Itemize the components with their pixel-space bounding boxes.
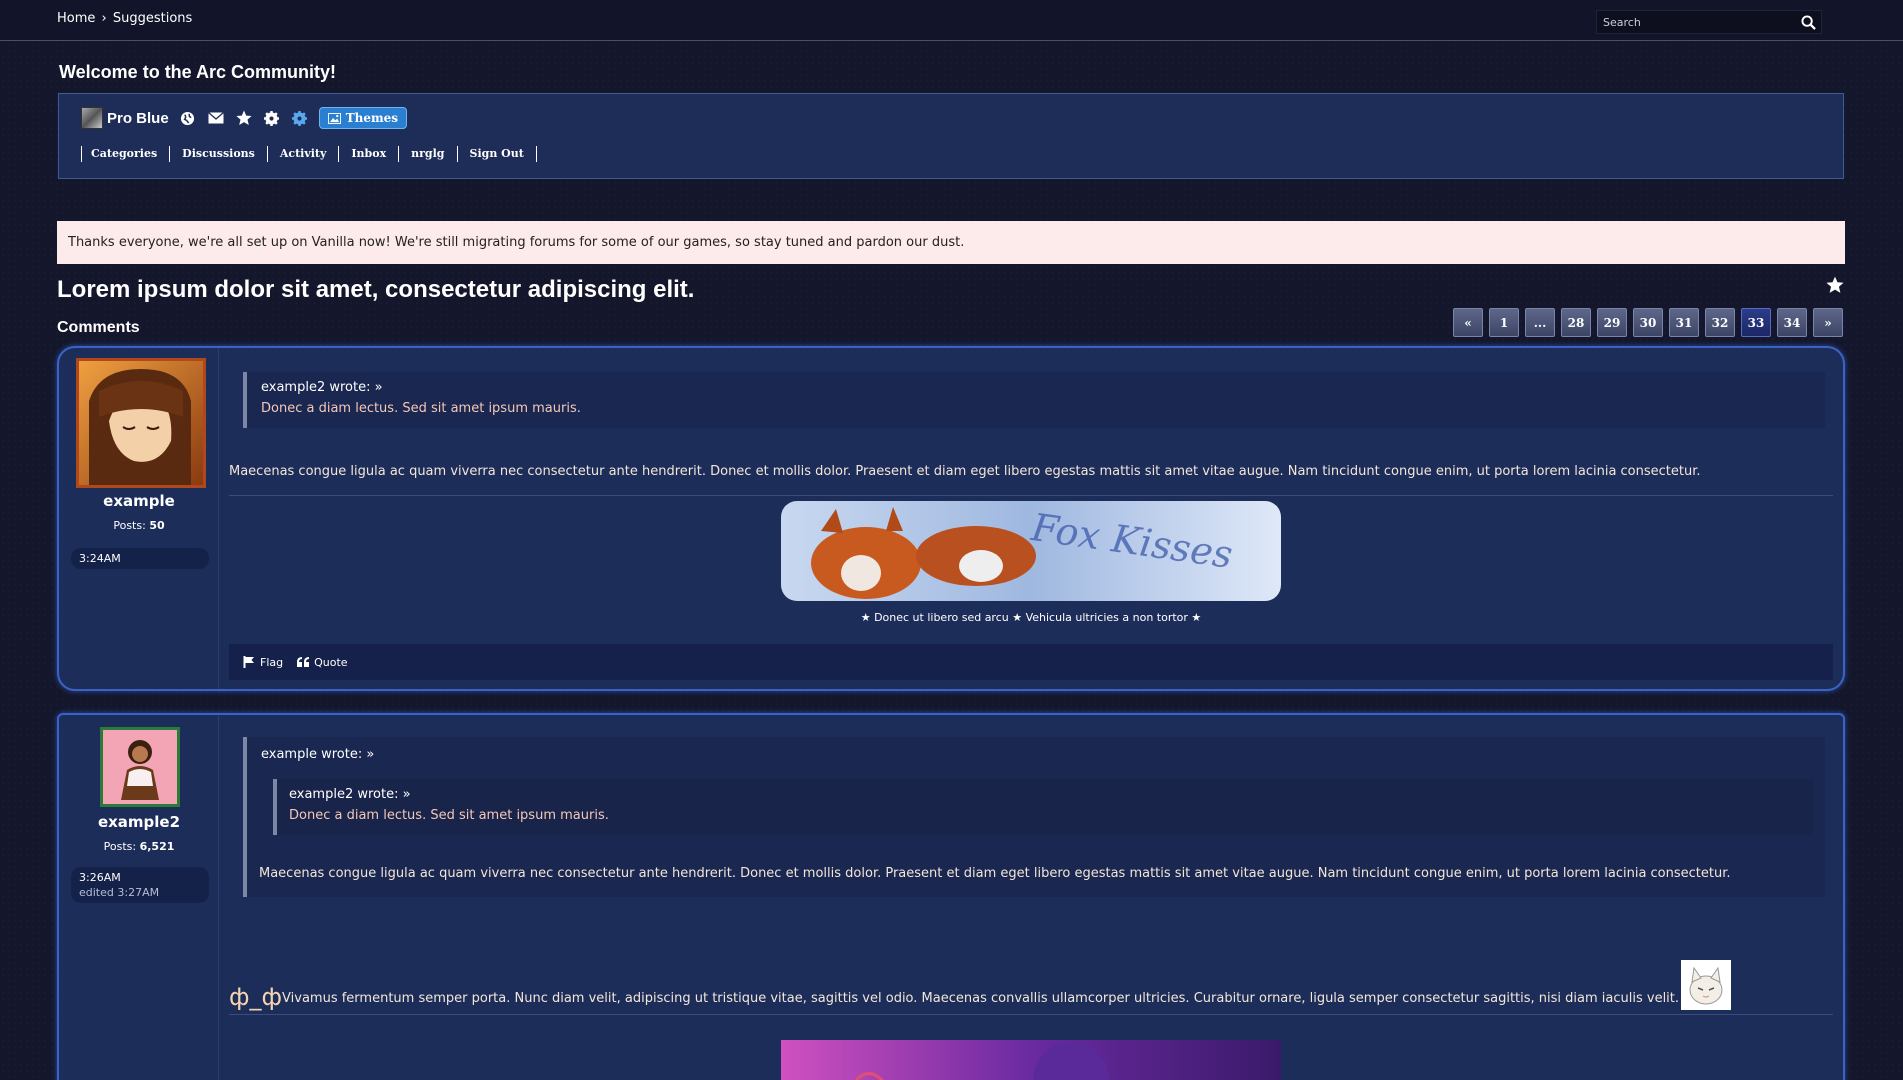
comment-body: example2 wrote: » Donec a diam lectus. S… xyxy=(229,348,1833,689)
pager-page[interactable]: 34 xyxy=(1777,308,1807,337)
comment: example Posts: 50 3:24AM example2 wrote:… xyxy=(57,346,1845,691)
author-name[interactable]: example xyxy=(59,492,219,510)
pager-page[interactable]: 30 xyxy=(1633,308,1663,337)
author-post-count: Posts: 6,521 xyxy=(59,840,219,853)
pager-next[interactable]: » xyxy=(1813,308,1843,337)
emoticon-text: ф_ф xyxy=(229,983,283,1011)
comment-author-panel: example2 Posts: 6,521 3:26AM edited 3:27… xyxy=(59,715,219,1080)
blockquote: example2 wrote: » Donec a diam lectus. S… xyxy=(243,372,1825,428)
edited-timestamp: edited 3:27AM xyxy=(79,886,160,899)
comment-body: example wrote: » example2 wrote: » Donec… xyxy=(229,715,1833,1080)
nav-profile[interactable]: nrglg xyxy=(398,146,456,162)
pager-page[interactable]: 28 xyxy=(1561,308,1591,337)
comments-heading: Comments xyxy=(57,319,140,336)
nav-activity[interactable]: Activity xyxy=(266,146,339,162)
search-input[interactable] xyxy=(1597,11,1787,33)
author-name[interactable]: example2 xyxy=(59,813,219,831)
comment-actions: Flag Quote xyxy=(229,644,1833,680)
nav-sign-out[interactable]: Sign Out xyxy=(456,146,536,162)
flag-label: Flag xyxy=(260,655,284,669)
nav-divider xyxy=(535,146,537,162)
flag-button[interactable]: Flag xyxy=(243,656,283,669)
nav-categories[interactable]: Categories xyxy=(81,146,169,162)
comment-message: Vivamus fermentum semper porta. Nunc dia… xyxy=(282,991,1680,1006)
themes-button[interactable]: Themes xyxy=(318,107,408,129)
username-link[interactable]: Pro Blue xyxy=(107,110,169,127)
quote-author[interactable]: example2 wrote: » xyxy=(261,380,1811,395)
pager-page[interactable]: 1 xyxy=(1489,308,1519,337)
avatar-image xyxy=(79,361,203,485)
top-bar: Home › Suggestions xyxy=(0,0,1903,41)
image-icon xyxy=(327,112,341,124)
search-button[interactable] xyxy=(1797,12,1819,32)
user-toolbar: Pro Blue Themes xyxy=(81,106,408,130)
discussion-title: Lorem ipsum dolor sit amet, consectetur … xyxy=(57,276,695,303)
globe-icon[interactable] xyxy=(179,109,197,127)
pager-page[interactable]: 31 xyxy=(1669,308,1699,337)
signature-image xyxy=(781,1040,1281,1080)
nav-inbox[interactable]: Inbox xyxy=(338,146,398,162)
comment-timestamp[interactable]: 3:26AM edited 3:27AM xyxy=(71,867,209,903)
author-avatar[interactable] xyxy=(100,727,180,807)
pager-ellipsis[interactable]: ... xyxy=(1525,308,1555,337)
quote-button[interactable]: Quote xyxy=(297,655,348,669)
quote-author[interactable]: example wrote: » xyxy=(261,747,1811,762)
welcome-title: Welcome to the Arc Community! xyxy=(59,62,337,82)
search-icon xyxy=(1800,14,1816,30)
quote-text: Donec a diam lectus. Sed sit amet ipsum … xyxy=(261,401,581,416)
envelope-icon[interactable] xyxy=(207,109,225,127)
comment: example2 Posts: 6,521 3:26AM edited 3:27… xyxy=(57,713,1845,1080)
main-nav: Categories Discussions Activity Inbox nr… xyxy=(81,146,537,162)
breadcrumb: Home › Suggestions xyxy=(57,11,192,26)
pager-page[interactable]: 32 xyxy=(1705,308,1735,337)
flag-icon xyxy=(243,656,254,668)
breadcrumb-home-link[interactable]: Home xyxy=(57,11,95,26)
posts-value: 50 xyxy=(149,519,165,532)
quote-icon xyxy=(297,657,310,667)
author-post-count: Posts: 50 xyxy=(59,519,219,532)
posts-label: Posts: xyxy=(103,840,137,853)
signature-image: Fox Kisses xyxy=(781,501,1281,601)
avatar-image xyxy=(103,730,177,804)
signature-divider xyxy=(229,1014,1833,1015)
comment-timestamp[interactable]: 3:24AM xyxy=(71,548,209,569)
pager-previous[interactable]: « xyxy=(1453,308,1483,337)
comment-author-panel: example Posts: 50 3:24AM xyxy=(59,348,219,689)
signature-text: ★ Donec ut libero sed arcu ★ Vehicula ul… xyxy=(860,611,1202,624)
user-panel: Pro Blue Themes Categories Discussions A… xyxy=(58,93,1844,179)
quote-message: Maecenas congue ligula ac quam viverra n… xyxy=(259,866,1731,881)
bookmark-button[interactable] xyxy=(1826,276,1844,298)
settings-gear-icon[interactable] xyxy=(291,109,309,127)
search-box xyxy=(1596,10,1822,34)
nav-discussions[interactable]: Discussions xyxy=(169,146,267,162)
breadcrumb-separator: › xyxy=(101,11,107,26)
breadcrumb-suggestions-link[interactable]: Suggestions xyxy=(113,11,192,26)
posts-value: 6,521 xyxy=(139,840,175,853)
star-icon[interactable] xyxy=(235,109,253,127)
quote-author[interactable]: example2 wrote: » xyxy=(289,787,1801,802)
timestamp-time: 3:26AM xyxy=(79,871,121,884)
timestamp-time: 3:24AM xyxy=(79,552,121,565)
posts-label: Posts: xyxy=(113,519,146,532)
quote-label: Quote xyxy=(314,655,348,669)
blockquote: example wrote: » example2 wrote: » Donec… xyxy=(243,737,1825,897)
signature-divider xyxy=(229,495,1833,496)
announcement-banner: Thanks everyone, we're all set up on Van… xyxy=(57,221,1845,264)
author-avatar[interactable] xyxy=(76,358,206,488)
gear-icon[interactable] xyxy=(263,109,281,127)
pager-current-page[interactable]: 33 xyxy=(1741,308,1771,337)
themes-label: Themes xyxy=(345,111,399,125)
quote-text: Donec a diam lectus. Sed sit amet ipsum … xyxy=(289,808,609,823)
cat-emoji-image xyxy=(1681,960,1732,1010)
nested-blockquote: example2 wrote: » Donec a diam lectus. S… xyxy=(273,779,1813,835)
comment-message-row: ф_ф Vivamus fermentum semper porta. Nunc… xyxy=(229,960,1732,1011)
user-avatar[interactable] xyxy=(81,107,103,129)
pagination: « 1 ... 28 29 30 31 32 33 34 » xyxy=(1453,308,1843,337)
bookmark-star-icon xyxy=(1826,276,1844,293)
pager-page[interactable]: 29 xyxy=(1597,308,1627,337)
comment-message: Maecenas congue ligula ac quam viverra n… xyxy=(229,464,1701,479)
